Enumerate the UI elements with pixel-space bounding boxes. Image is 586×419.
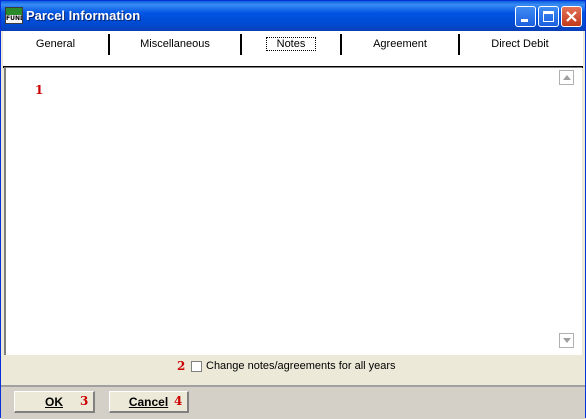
maximize-icon: [543, 11, 554, 22]
tab-agreement[interactable]: Agreement: [342, 31, 458, 65]
tab-notes[interactable]: Notes: [242, 31, 340, 65]
app-icon: FUND: [5, 7, 23, 24]
parcel-information-window: FUND Parcel Information General Miscella…: [0, 0, 586, 419]
change-all-years-checkbox[interactable]: [191, 361, 202, 372]
tab-direct-debit[interactable]: Direct Debit: [460, 31, 580, 65]
scroll-down-arrow-icon: [563, 338, 571, 343]
tab-bar: General Miscellaneous Notes Agreement Di…: [3, 31, 583, 68]
maximize-button[interactable]: [538, 6, 559, 27]
scroll-up-arrow-icon: [563, 75, 571, 80]
window-title: Parcel Information: [26, 8, 141, 23]
change-all-years-label[interactable]: Change notes/agreements for all years: [206, 360, 396, 372]
minimize-button[interactable]: [515, 6, 536, 27]
close-button[interactable]: [561, 6, 582, 27]
close-icon: [566, 11, 577, 22]
title-bar[interactable]: FUND Parcel Information: [1, 1, 585, 31]
tab-general[interactable]: General: [3, 31, 108, 65]
callout-marker-3: 3: [80, 394, 89, 408]
minimize-icon: [521, 19, 528, 22]
notes-textarea[interactable]: 1: [4, 67, 582, 355]
callout-marker-4: 4: [174, 394, 183, 408]
callout-marker-1: 1: [35, 83, 44, 97]
callout-marker-2: 2: [177, 359, 186, 373]
scroll-up-button[interactable]: [559, 70, 574, 85]
button-bar: OK 3 Cancel 4: [1, 385, 585, 419]
tab-miscellaneous[interactable]: Miscellaneous: [110, 31, 240, 65]
scroll-down-button[interactable]: [559, 333, 574, 348]
